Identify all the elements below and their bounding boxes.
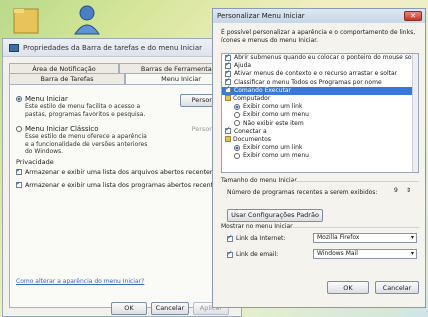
option-classic-start-menu[interactable]: Menu Iniciar Clássico Esse estilo de men… — [16, 125, 151, 156]
chevron-down-icon: ▾ — [410, 250, 414, 257]
taskbar-properties-dialog: Propriedades da Barra de tarefas e do me… — [2, 38, 243, 317]
internet-link-check[interactable]: Link da Internet: — [227, 233, 286, 242]
email-link-check[interactable]: Link de email: — [227, 249, 279, 258]
list-item[interactable]: Comando Executar — [222, 84, 418, 95]
radio-button[interactable] — [234, 103, 240, 110]
list-item[interactable]: Computador — [222, 95, 418, 103]
list-item-label: Ajuda — [234, 62, 252, 70]
checkbox[interactable] — [16, 169, 22, 175]
checkbox-label: Armazenar e exibir uma lista dos program… — [25, 182, 228, 189]
list-item-label: Conectar a — [234, 127, 267, 135]
folder-icon — [225, 95, 231, 102]
list-item-label: Exibir como um menu — [243, 111, 309, 119]
taskbar-properties-titlebar[interactable]: Propriedades da Barra de tarefas e do me… — [3, 39, 241, 57]
privacy-label: Privacidade — [16, 158, 54, 166]
checkbox-label: Link de email: — [236, 251, 279, 258]
list-item[interactable]: Documentos — [222, 136, 418, 144]
list-item[interactable]: Classificar o menu Todos os Programas po… — [222, 76, 418, 87]
use-defaults-button[interactable]: Usar Configurações Padrão — [227, 209, 323, 222]
tabs-row-bottom: Barra de Tarefas Menu Iniciar — [9, 73, 237, 84]
recent-programs-label: Número de programas recentes a serem exi… — [227, 189, 378, 196]
checkbox[interactable] — [225, 125, 231, 135]
recent-programs-spinner[interactable]: 9 ⇕ — [391, 187, 413, 197]
privacy-check-programs[interactable]: Armazenar e exibir uma lista dos program… — [16, 182, 242, 189]
group-divider — [293, 227, 419, 228]
spinner-value: 9 — [394, 187, 398, 194]
list-item-label: Classificar o menu Todos os Programas po… — [234, 78, 382, 86]
start-menu-tab-panel: Menu Iniciar Este estilo de menu facilit… — [9, 84, 243, 308]
folder-icon[interactable] — [12, 5, 40, 35]
intro-text: É possível personalizar a aparência e o … — [221, 29, 416, 44]
taskbar-icon — [9, 43, 19, 52]
start-menu-radio[interactable] — [16, 96, 22, 102]
help-link[interactable]: Como alterar a aparência do menu Iniciar… — [16, 278, 144, 285]
list-item[interactable]: Ativar menus de contexto e o recurso arr… — [222, 68, 418, 78]
start-menu-items-list[interactable]: Abrir submenus quando eu colocar o ponte… — [221, 53, 419, 173]
list-item-label: Ativar menus de contexto e o recurso arr… — [234, 70, 398, 78]
list-item-label: Documentos — [233, 135, 271, 143]
cancel-button[interactable]: Cancelar — [375, 281, 419, 294]
list-item-label: Abrir submenus quando eu colocar o ponte… — [234, 54, 419, 61]
internet-browser-select[interactable]: Mozilla Firefox ▾ — [313, 233, 417, 243]
checkbox-label: Armazenar e exibir uma lista dos arquivo… — [25, 169, 231, 176]
customize-start-menu-dialog: Personalizar Menu Iniciar ✕ É possível p… — [212, 8, 426, 308]
list-item[interactable]: Exibir como um link — [222, 144, 418, 152]
list-item-label: Exibir como um menu — [243, 152, 309, 160]
spinner-arrows-icon[interactable]: ⇕ — [406, 187, 411, 195]
checkbox[interactable] — [227, 249, 233, 258]
ok-button[interactable]: OK — [327, 281, 369, 294]
cancel-button[interactable]: Cancelar — [151, 302, 189, 315]
option-label: Menu Iniciar — [25, 95, 68, 103]
ok-button[interactable]: OK — [111, 302, 147, 315]
checkbox[interactable] — [225, 84, 231, 94]
option-description: Esse estilo de menu oferece a aparência … — [25, 133, 148, 155]
list-item-label: Exibir como um link — [243, 103, 303, 111]
select-value: Windows Mail — [317, 250, 358, 257]
checkbox-label: Link da Internet: — [236, 235, 286, 242]
option-label: Menu Iniciar Clássico — [25, 125, 99, 133]
list-item-label: Computador — [233, 94, 271, 102]
select-value: Mozilla Firefox — [317, 234, 360, 241]
classic-menu-radio[interactable] — [16, 126, 22, 132]
folder-icon — [225, 136, 231, 143]
radio-button[interactable] — [234, 152, 240, 159]
list-item[interactable]: Não exibir este item — [222, 120, 418, 128]
checkbox[interactable] — [227, 233, 233, 242]
option-start-menu[interactable]: Menu Iniciar Este estilo de menu facilit… — [16, 95, 151, 118]
list-item[interactable]: Abrir submenus quando eu colocar o ponte… — [222, 54, 418, 62]
customize-titlebar[interactable]: Personalizar Menu Iniciar ✕ — [213, 9, 425, 23]
list-item[interactable]: Conectar a — [222, 125, 418, 136]
radio-button[interactable] — [234, 120, 240, 126]
user-icon[interactable] — [72, 2, 102, 36]
list-item-label: Comando Executar — [234, 86, 292, 94]
list-item-label: Exibir como um link — [243, 144, 303, 152]
option-description: Este estilo de menu facilita o acesso a … — [25, 103, 146, 118]
list-scrollbar[interactable] — [412, 54, 418, 172]
dialog-title: Personalizar Menu Iniciar — [217, 12, 305, 20]
list-item[interactable]: Exibir como um link — [222, 103, 418, 111]
chevron-down-icon: ▾ — [410, 234, 414, 241]
privacy-check-files[interactable]: Armazenar e exibir uma lista dos arquivo… — [16, 169, 242, 176]
dialog-title: Propriedades da Barra de tarefas e do me… — [23, 43, 203, 52]
tab-taskbar[interactable]: Barra de Tarefas — [9, 73, 125, 84]
list-item[interactable]: Ajuda — [222, 60, 418, 70]
email-client-select[interactable]: Windows Mail ▾ — [313, 249, 417, 259]
show-in-menu-label: Mostrar no menu Iniciar — [221, 223, 293, 230]
menu-size-label: Tamanho do menu Iniciar — [221, 177, 297, 184]
checkbox[interactable] — [16, 182, 22, 188]
group-divider — [293, 181, 419, 182]
close-icon[interactable]: ✕ — [404, 11, 422, 21]
list-item[interactable]: Exibir como um menu — [222, 152, 418, 160]
list-item-label: Não exibir este item — [243, 119, 304, 127]
radio-button[interactable] — [234, 111, 240, 118]
list-item[interactable]: Exibir como um menu — [222, 111, 418, 119]
radio-button[interactable] — [234, 144, 240, 151]
